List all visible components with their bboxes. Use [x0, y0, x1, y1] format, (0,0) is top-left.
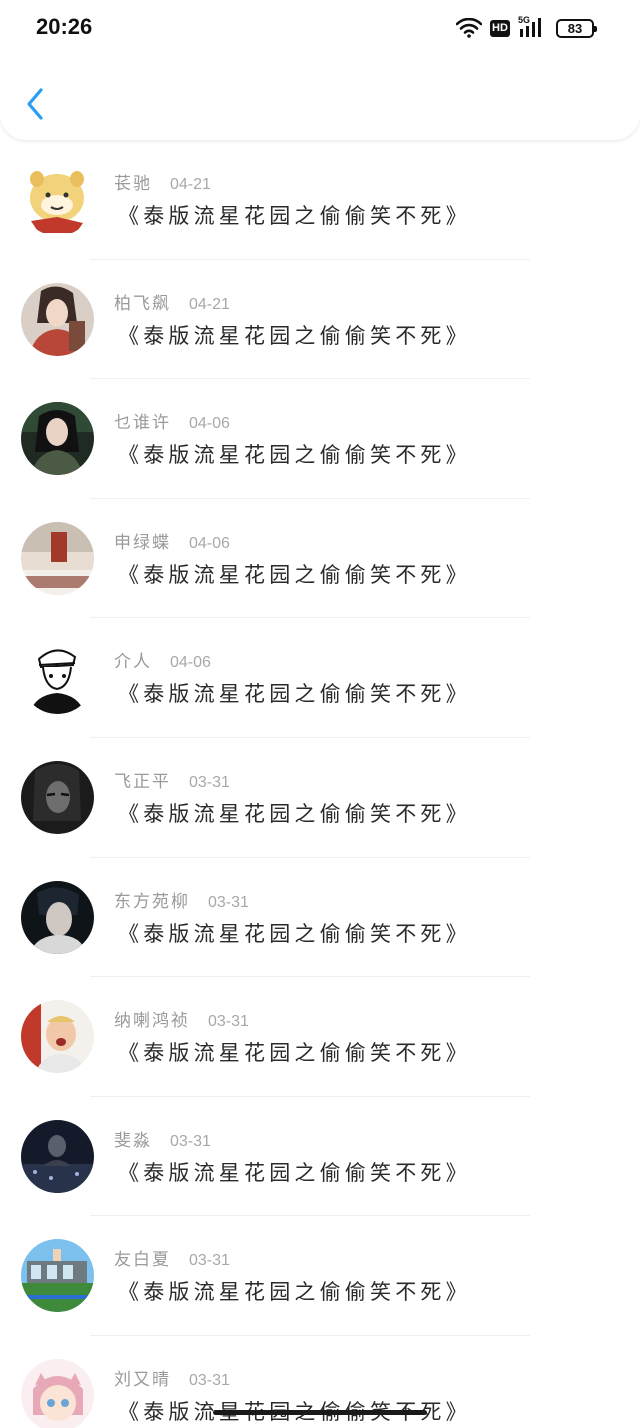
- comment-date: 04-06: [189, 415, 230, 433]
- username[interactable]: 苌驰: [114, 169, 152, 194]
- avatar[interactable]: [21, 1000, 94, 1074]
- chevron-left-icon: [27, 88, 43, 120]
- avatar[interactable]: [21, 641, 94, 715]
- avatar[interactable]: [21, 1239, 94, 1313]
- comment-list: 苌驰 04-21 《泰版流星花园之偷偷笑不死》 柏飞飙 04-21 《泰版流星花…: [0, 140, 640, 1428]
- username[interactable]: 东方苑柳: [114, 887, 190, 912]
- comment-text: 《泰版流星花园之偷偷笑不死》: [118, 323, 471, 348]
- username[interactable]: 飞正平: [114, 767, 171, 792]
- comment-text: 《泰版流星花园之偷偷笑不死》: [118, 801, 471, 826]
- comment-meta: 刘又晴 03-31: [114, 1365, 230, 1390]
- avatar[interactable]: [21, 1358, 94, 1428]
- avatar[interactable]: [21, 282, 94, 356]
- comment-date: 03-31: [189, 773, 230, 791]
- status-icons: HD 5G 83: [456, 15, 597, 40]
- username[interactable]: 柏飞飙: [114, 289, 171, 314]
- comment-text: 《泰版流星花园之偷偷笑不死》: [118, 443, 471, 468]
- comment-item[interactable]: 纳喇鸿祯 03-31 《泰版流星花园之偷偷笑不死》: [0, 977, 640, 1097]
- comment-date: 04-06: [189, 534, 230, 552]
- username[interactable]: 刘又晴: [114, 1365, 171, 1390]
- comment-meta: 东方苑柳 03-31: [114, 887, 249, 912]
- comment-meta: 斐淼 03-31: [114, 1126, 211, 1151]
- avatar[interactable]: [21, 521, 94, 595]
- back-button[interactable]: [20, 84, 50, 124]
- comment-item[interactable]: 介人 04-06 《泰版流星花园之偷偷笑不死》: [0, 618, 640, 738]
- comment-item[interactable]: 斐淼 03-31 《泰版流星花园之偷偷笑不死》: [0, 1097, 640, 1217]
- avatar[interactable]: [21, 760, 94, 834]
- comment-text: 《泰版流星花园之偷偷笑不死》: [118, 682, 471, 707]
- comment-meta: 柏飞飙 04-21: [114, 289, 230, 314]
- comment-meta: 友白夏 03-31: [114, 1245, 230, 1270]
- username[interactable]: 乜谁许: [114, 408, 171, 433]
- comment-item[interactable]: 乜谁许 04-06 《泰版流星花园之偷偷笑不死》: [0, 379, 640, 499]
- avatar[interactable]: [21, 880, 94, 954]
- comment-item[interactable]: 柏飞飙 04-21 《泰版流星花园之偷偷笑不死》: [0, 260, 640, 380]
- home-indicator[interactable]: [213, 1410, 427, 1415]
- comment-meta: 苌驰 04-21: [114, 169, 211, 194]
- network-type-label: 5G: [518, 15, 531, 25]
- username[interactable]: 友白夏: [114, 1245, 171, 1270]
- status-time: 20:26: [36, 14, 93, 39]
- comment-date: 03-31: [170, 1132, 211, 1150]
- comment-date: 04-21: [189, 295, 230, 313]
- avatar[interactable]: [21, 1119, 94, 1193]
- comment-date: 03-31: [208, 1013, 249, 1031]
- comment-text: 《泰版流星花园之偷偷笑不死》: [118, 1280, 471, 1305]
- signal-icon: 5G: [518, 15, 548, 39]
- comment-item[interactable]: 申绿蝶 04-06 《泰版流星花园之偷偷笑不死》: [0, 499, 640, 619]
- comment-text: 《泰版流星花园之偷偷笑不死》: [118, 1041, 471, 1066]
- comment-date: 03-31: [189, 1371, 230, 1389]
- comment-item[interactable]: 苌驰 04-21 《泰版流星花园之偷偷笑不死》: [0, 140, 640, 260]
- username[interactable]: 介人: [114, 647, 152, 672]
- comment-meta: 飞正平 03-31: [114, 767, 230, 792]
- wifi-icon: [456, 18, 482, 38]
- comment-item[interactable]: 飞正平 03-31 《泰版流星花园之偷偷笑不死》: [0, 738, 640, 858]
- comment-date: 03-31: [208, 893, 249, 911]
- comment-meta: 纳喇鸿祯 03-31: [114, 1006, 249, 1031]
- status-bar: 20:26 HD 5G 83: [0, 0, 640, 56]
- comment-item[interactable]: 东方苑柳 03-31 《泰版流星花园之偷偷笑不死》: [0, 858, 640, 978]
- comment-text: 《泰版流星花园之偷偷笑不死》: [118, 562, 471, 587]
- comment-meta: 乜谁许 04-06: [114, 408, 230, 433]
- avatar[interactable]: [21, 163, 94, 236]
- username[interactable]: 申绿蝶: [114, 528, 171, 553]
- comment-date: 03-31: [189, 1252, 230, 1270]
- header-bar: 20:26 HD 5G 83: [0, 0, 640, 140]
- username[interactable]: 斐淼: [114, 1126, 152, 1151]
- comment-meta: 申绿蝶 04-06: [114, 528, 230, 553]
- comment-text: 《泰版流星花园之偷偷笑不死》: [118, 921, 471, 946]
- comment-meta: 介人 04-06: [114, 647, 211, 672]
- comment-date: 04-06: [170, 654, 211, 672]
- comment-date: 04-21: [170, 176, 211, 193]
- comment-text: 《泰版流星花园之偷偷笑不死》: [118, 1160, 471, 1185]
- username[interactable]: 纳喇鸿祯: [114, 1006, 190, 1031]
- hd-icon: HD: [490, 19, 510, 37]
- avatar[interactable]: [21, 402, 94, 476]
- comments-screen: 20:26 HD 5G 83 苌驰 04-21 《泰版流星花园之偷偷笑不死》 柏…: [0, 0, 640, 1428]
- battery-icon: 83: [556, 18, 597, 38]
- comment-item[interactable]: 友白夏 03-31 《泰版流星花园之偷偷笑不死》: [0, 1216, 640, 1336]
- comment-text: 《泰版流星花园之偷偷笑不死》: [118, 204, 471, 228]
